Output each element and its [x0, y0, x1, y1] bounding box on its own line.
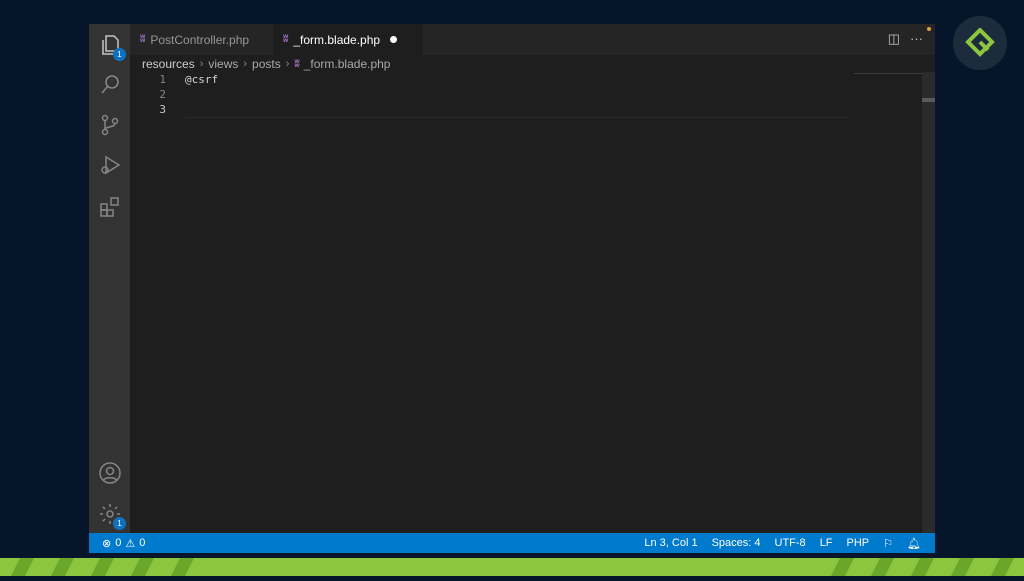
account-icon[interactable] [97, 460, 122, 485]
tab-label: PostController.php [150, 32, 250, 47]
tab-bar: ʬ PostController.php ʬ _form.blade.php ◫… [130, 24, 935, 55]
indentation[interactable]: Spaces: 4 [712, 537, 761, 549]
status-right-items: Ln 3, Col 1 Spaces: 4 UTF-8 LF PHP ⚐ 🔔︎ [644, 537, 921, 550]
line-number: 2 [159, 88, 166, 101]
chevron-right-icon: › [199, 58, 204, 70]
tab-form-blade[interactable]: ʬ _form.blade.php [273, 24, 423, 55]
php-elephant-icon: ʬ [140, 34, 145, 45]
run-debug-icon[interactable] [97, 152, 122, 177]
split-editor-icon[interactable]: ◫ [888, 31, 900, 47]
error-icon: ⊗ [102, 537, 112, 550]
unsaved-dot-icon[interactable] [390, 36, 398, 43]
problems-indicator[interactable]: ⊗ 0 ⚠ 0 [102, 537, 145, 550]
line-number: 3 [159, 103, 166, 116]
feedback-icon[interactable]: ⚐ [883, 537, 893, 550]
breadcrumb-item[interactable]: resources [142, 57, 195, 71]
explorer-icon[interactable]: 1 [97, 32, 126, 61]
php-elephant-icon: ʬ [294, 58, 299, 70]
line-number-gutter: 1 2 3 [130, 72, 166, 117]
breadcrumb-item[interactable]: _form.blade.php [304, 57, 391, 71]
code-line[interactable] [185, 102, 218, 117]
vscode-window: 1 1 ʬ PostController.php ʬ _form.blade.p… [89, 24, 935, 553]
notification-dot-icon [927, 27, 931, 31]
current-line-highlight [185, 117, 849, 118]
minimap[interactable] [854, 73, 922, 74]
breadcrumb-item[interactable]: posts [252, 57, 281, 71]
chevron-right-icon: › [285, 58, 290, 70]
code-line[interactable]: @csrf [185, 72, 218, 87]
end-of-line[interactable]: LF [820, 537, 833, 549]
tab-label: _form.blade.php [293, 32, 381, 47]
vertical-scrollbar[interactable] [922, 72, 935, 533]
brand-logo-icon [953, 16, 1007, 70]
warning-icon: ⚠ [125, 537, 136, 550]
chevron-right-icon: › [243, 58, 248, 70]
line-number: 1 [159, 73, 166, 86]
search-icon[interactable] [97, 72, 122, 97]
settings-gear-icon[interactable]: 1 [97, 501, 126, 530]
breadcrumb: resources › views › posts › ʬ _form.blad… [142, 56, 390, 72]
brand-stripe [0, 558, 1024, 576]
status-bar: ⊗ 0 ⚠ 0 Ln 3, Col 1 Spaces: 4 UTF-8 LF P… [89, 533, 935, 553]
encoding[interactable]: UTF-8 [775, 537, 806, 549]
code-editor[interactable]: @csrf [185, 72, 218, 117]
breadcrumb-item[interactable]: views [208, 57, 238, 71]
explorer-badge: 1 [113, 48, 126, 61]
editor-actions: ◫ ··· [888, 31, 923, 47]
source-control-icon[interactable] [97, 112, 122, 137]
activity-bar: 1 1 [89, 24, 130, 533]
code-line[interactable] [185, 87, 218, 102]
settings-badge: 1 [113, 517, 126, 530]
php-elephant-icon: ʬ [283, 34, 288, 45]
warning-count: 0 [139, 537, 146, 549]
more-actions-icon[interactable]: ··· [910, 31, 923, 47]
extensions-icon[interactable] [97, 194, 122, 219]
language-mode[interactable]: PHP [847, 537, 870, 549]
error-count: 0 [115, 537, 122, 549]
scrollbar-thumb[interactable] [922, 98, 935, 102]
bell-icon[interactable]: 🔔︎ [907, 537, 921, 550]
cursor-position[interactable]: Ln 3, Col 1 [644, 537, 697, 549]
tab-post-controller[interactable]: ʬ PostController.php [130, 24, 280, 55]
